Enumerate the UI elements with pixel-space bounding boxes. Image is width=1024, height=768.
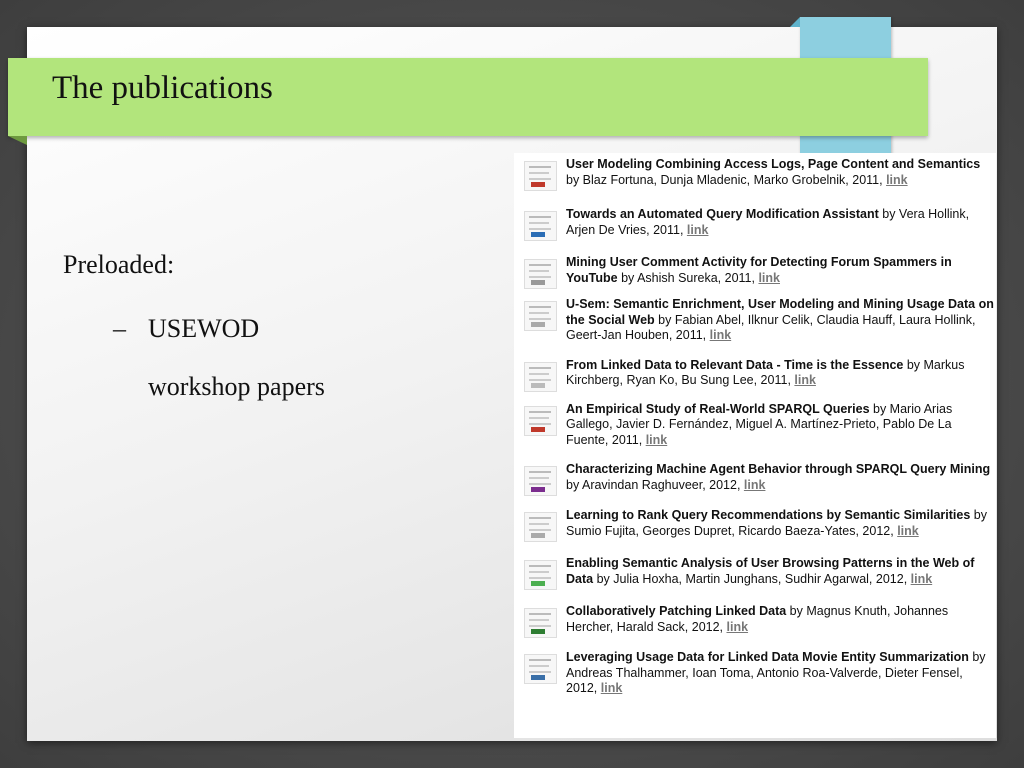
publication-item: From Linked Data to Relevant Data - Time… [514,358,996,392]
publication-title: From Linked Data to Relevant Data - Time… [566,357,904,372]
publication-item: Collaboratively Patching Linked Data by … [514,604,996,638]
publication-authors: by Aravindan Raghuveer, 2012, [566,477,744,492]
publication-link[interactable]: link [727,620,749,634]
publication-link[interactable]: link [744,478,766,492]
publication-title: Collaboratively Patching Linked Data [566,604,787,618]
publication-link[interactable]: link [911,572,933,586]
paper-thumbnail-icon [524,512,557,542]
dash-marker: – [113,314,126,343]
bullet-preloaded: Preloaded: [63,250,175,279]
publication-authors: by Julia Hoxha, Martin Junghans, Sudhir … [593,571,911,586]
sub-bullet-line-1: USEWOD [148,314,260,343]
publication-title: Characterizing Machine Agent Behavior th… [566,462,991,476]
sub-bullet-line-2: workshop papers [148,372,325,401]
paper-thumbnail-icon [524,211,557,241]
paper-thumbnail-icon [524,259,557,289]
bullet-list: Preloaded: – USEWOD workshop papers [63,250,325,401]
publication-link[interactable]: link [794,373,816,387]
publication-link[interactable]: link [646,433,668,447]
paper-thumbnail-icon [524,361,557,392]
publication-item: Enabling Semantic Analysis of User Brows… [514,556,996,590]
publication-link[interactable]: link [710,328,732,342]
paper-thumbnail-icon [524,161,557,191]
paper-thumbnail-icon [524,654,557,684]
publication-item: User Modeling Combining Access Logs, Pag… [514,157,996,191]
publication-link[interactable]: link [601,681,623,695]
paper-thumbnail-icon [524,560,557,590]
sub-bullet: – USEWOD workshop papers [113,314,373,430]
paper-thumbnail-icon [524,466,557,496]
paper-thumbnail-icon [524,608,557,638]
publication-item: Learning to Rank Query Recommendations b… [514,508,996,542]
publication-title: Learning to Rank Query Recommendations b… [566,508,971,522]
publication-title: An Empirical Study of Real-World SPARQL … [566,401,870,416]
title-bar: The publications [8,58,928,145]
publication-item: Characterizing Machine Agent Behavior th… [514,462,996,496]
publication-list: User Modeling Combining Access Logs, Pag… [514,153,996,738]
publication-link[interactable]: link [758,271,780,285]
publication-title: Towards an Automated Query Modification … [566,207,879,221]
paper-thumbnail-icon [524,405,557,436]
publication-item: Towards an Automated Query Modification … [514,207,996,241]
publication-link[interactable]: link [897,524,919,538]
publication-item: U-Sem: Semantic Enrichment, User Modelin… [514,297,996,344]
publication-link[interactable]: link [687,223,709,237]
publication-item: An Empirical Study of Real-World SPARQL … [514,402,996,449]
publication-item: Leveraging Usage Data for Linked Data Mo… [514,650,996,697]
slide-title: The publications [52,70,273,106]
paper-thumbnail-icon [524,301,557,331]
publication-authors: by Ashish Sureka, 2011, [617,270,759,285]
publication-title: User Modeling Combining Access Logs, Pag… [566,157,981,171]
publication-title: Leveraging Usage Data for Linked Data Mo… [566,650,969,664]
publication-item: Mining User Comment Activity for Detecti… [514,255,996,289]
publication-link[interactable]: link [886,173,908,187]
publication-authors: by Blaz Fortuna, Dunja Mladenic, Marko G… [566,172,887,187]
